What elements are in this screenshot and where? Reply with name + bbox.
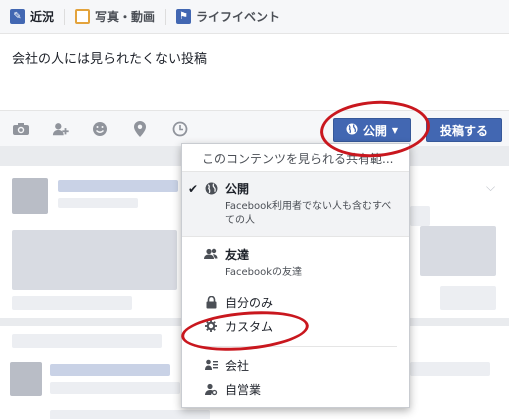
flag-icon: ⚑ <box>176 9 192 24</box>
dropdown-header: このコンテンツを見られる共有範... <box>182 144 409 172</box>
privacy-label: 公開 <box>362 123 387 138</box>
blurred-meta <box>50 410 210 419</box>
blurred-content <box>12 230 177 290</box>
company-list-icon <box>204 358 218 372</box>
blurred-content <box>410 362 490 376</box>
blurred-content <box>12 334 162 348</box>
privacy-option-public[interactable]: ✔ 公開 Facebook利用者でない人も含むすべての人 <box>182 172 409 236</box>
blurred-meta <box>50 382 180 394</box>
clock-icon[interactable] <box>171 121 189 137</box>
lock-icon <box>204 295 218 309</box>
friends-icon <box>204 247 218 261</box>
blurred-avatar <box>12 178 48 214</box>
post-button[interactable]: 投稿する <box>426 118 502 142</box>
camera-icon[interactable] <box>12 121 30 137</box>
privacy-option-custom-label: カスタム <box>225 319 274 334</box>
privacy-option-company-label: 会社 <box>225 358 250 373</box>
pencil-icon: ✎ <box>10 9 25 24</box>
privacy-option-self-employed-label: 自営業 <box>225 382 262 397</box>
privacy-option-company[interactable]: 会社 <box>182 353 409 377</box>
tab-photo-label: 写真・動画 <box>95 10 156 24</box>
checkmark-icon: ✔ <box>188 182 199 196</box>
dropdown-divider <box>194 346 397 347</box>
blurred-content <box>420 226 496 276</box>
privacy-option-friends-desc: Facebookの友達 <box>225 267 302 278</box>
tab-life-event[interactable]: ⚑ ライフイベント <box>166 0 290 34</box>
photo-icon <box>75 9 91 24</box>
blurred-name <box>58 180 178 192</box>
privacy-selector-button[interactable]: 公開 ▼ <box>333 118 411 142</box>
post-text-input[interactable]: 会社の人には見られたくない投稿 <box>12 48 207 67</box>
smiley-icon[interactable] <box>91 121 109 137</box>
blurred-content <box>12 296 132 310</box>
privacy-option-public-desc: Facebook利用者でない人も含むすべての人 <box>225 201 392 226</box>
tab-status[interactable]: ✎ 近況 <box>0 0 64 34</box>
tag-friends-icon[interactable] <box>52 121 70 137</box>
privacy-option-custom[interactable]: カスタム <box>182 314 409 338</box>
blurred-content <box>440 286 496 310</box>
blurred-meta <box>58 198 138 208</box>
tab-photo-video[interactable]: 写真・動画 <box>65 0 165 34</box>
tab-status-label: 近況 <box>30 10 55 24</box>
privacy-option-friends-title: 友達 <box>225 248 250 262</box>
privacy-option-friends[interactable]: 友達 Facebookの友達 <box>182 236 409 288</box>
privacy-option-self-employed[interactable]: 自営業 <box>182 377 409 401</box>
chevron-down-icon[interactable]: ⌵ <box>486 180 495 195</box>
globe-icon <box>204 181 218 195</box>
blurred-avatar <box>10 362 42 396</box>
gear-icon <box>204 319 218 333</box>
blurred-name <box>50 364 170 376</box>
person-search-icon <box>204 382 218 396</box>
globe-icon <box>346 123 358 138</box>
caret-down-icon: ▼ <box>391 125 399 135</box>
blurred-content <box>410 206 430 226</box>
composer-tabs: ✎ 近況 写真・動画 ⚑ ライフイベント <box>0 0 509 34</box>
privacy-option-only-me[interactable]: 自分のみ <box>182 290 409 314</box>
privacy-option-only-me-label: 自分のみ <box>225 295 274 310</box>
tab-life-event-label: ライフイベント <box>196 10 281 24</box>
privacy-dropdown-menu: このコンテンツを見られる共有範... ✔ 公開 Facebook利用者でない人も… <box>181 143 410 408</box>
privacy-option-public-title: 公開 <box>225 182 250 196</box>
location-pin-icon[interactable] <box>131 121 149 137</box>
